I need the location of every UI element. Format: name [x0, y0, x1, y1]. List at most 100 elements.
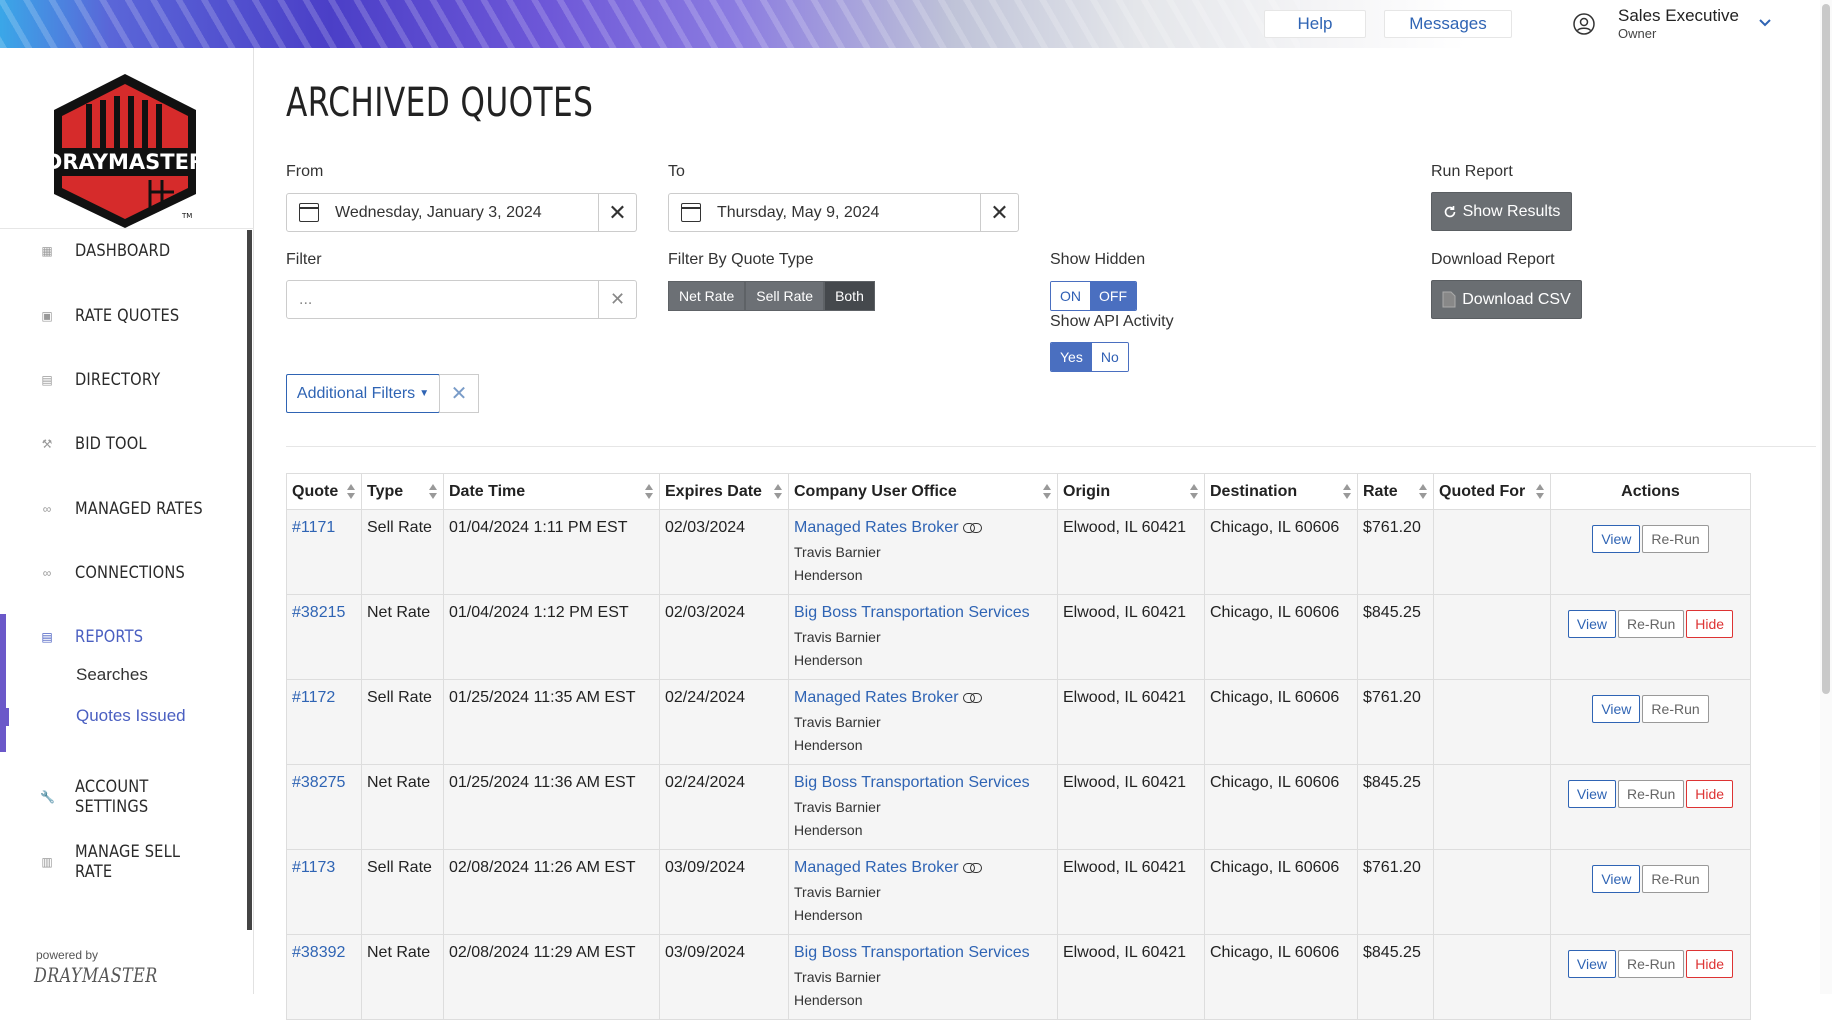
col-date-time[interactable]: Date Time: [443, 473, 660, 510]
download-csv-button[interactable]: Download CSV: [1431, 280, 1582, 319]
additional-filters-dropdown[interactable]: Additional Filters ▼: [286, 374, 440, 413]
show-results-button[interactable]: Show Results: [1431, 192, 1572, 231]
api-activity-no[interactable]: No: [1091, 343, 1128, 371]
show-hidden-off[interactable]: OFF: [1090, 282, 1136, 310]
quote-type-both[interactable]: Both: [824, 281, 875, 311]
caret-down-icon: ▼: [419, 388, 430, 399]
rerun-button[interactable]: Re-Run: [1618, 610, 1685, 638]
draymaster-logo[interactable]: DRAYMASTER TM: [45, 70, 205, 230]
nav-dashboard[interactable]: ▦ DASHBOARD: [0, 231, 246, 271]
clear-to-date-button[interactable]: ✕: [980, 194, 1018, 231]
company-link[interactable]: Big Boss Transportation Services: [794, 604, 1030, 621]
scrollbar-thumb[interactable]: [1822, 4, 1830, 694]
company-link[interactable]: Big Boss Transportation Services: [794, 944, 1030, 961]
user-name-cell: Travis Barnier: [794, 629, 881, 645]
company-link[interactable]: Big Boss Transportation Services: [794, 774, 1030, 791]
show-hidden-on[interactable]: ON: [1051, 282, 1090, 310]
office-cell: Henderson: [794, 992, 863, 1008]
help-button[interactable]: Help: [1264, 10, 1366, 38]
col-rate[interactable]: Rate: [1357, 473, 1434, 510]
filter-input[interactable]: ... ✕: [286, 280, 637, 319]
rerun-button[interactable]: Re-Run: [1642, 525, 1709, 553]
rerun-button[interactable]: Re-Run: [1642, 865, 1709, 893]
col-quoted-for[interactable]: Quoted For: [1433, 473, 1551, 510]
view-button[interactable]: View: [1567, 780, 1617, 808]
quote-link[interactable]: #1172: [292, 689, 335, 706]
user-name-cell: Travis Barnier: [794, 969, 881, 985]
nav-connections[interactable]: ∞ CONNECTIONS: [0, 553, 246, 593]
sub-nav-quotes-issued[interactable]: Quotes Issued: [76, 706, 186, 726]
nav-managed-rates[interactable]: ∞ MANAGED RATES: [0, 489, 246, 529]
table-row: #1172 Sell Rate 01/25/2024 11:35 AM EST 02/…: [286, 679, 1751, 765]
view-button[interactable]: View: [1592, 695, 1641, 723]
show-hidden-toggle[interactable]: ON OFF: [1050, 281, 1137, 311]
chevron-down-icon: [1759, 19, 1771, 27]
view-button[interactable]: View: [1592, 865, 1641, 893]
nav-directory[interactable]: ▤ DIRECTORY: [0, 360, 246, 400]
quote-type-selector[interactable]: Net Rate Sell Rate Both: [668, 281, 875, 311]
nav-rate-quotes[interactable]: ▣ RATE QUOTES: [0, 296, 246, 336]
quote-link[interactable]: #1173: [292, 859, 335, 876]
page-title: ARCHIVED QUOTES: [286, 80, 594, 126]
sub-nav-searches[interactable]: Searches: [76, 665, 148, 685]
clear-from-date-button[interactable]: ✕: [598, 194, 636, 231]
user-name-cell: Travis Barnier: [794, 799, 881, 815]
svg-text:TM: TM: [181, 212, 192, 220]
office-cell: Henderson: [794, 907, 863, 923]
from-label: From: [286, 163, 324, 180]
quote-type-sell-rate[interactable]: Sell Rate: [745, 281, 825, 311]
hide-button[interactable]: Hide: [1686, 610, 1734, 638]
sort-icon: [347, 484, 355, 500]
link-icon: ∞: [42, 566, 52, 580]
api-activity-toggle[interactable]: Yes No: [1050, 342, 1129, 372]
table-row: #1173 Sell Rate 02/08/2024 11:26 AM EST 03/…: [286, 849, 1751, 935]
quote-link[interactable]: #38392: [292, 944, 345, 961]
col-origin[interactable]: Origin: [1057, 473, 1205, 510]
api-activity-label: Show API Activity: [1050, 313, 1174, 330]
user-role: Owner: [1618, 26, 1657, 41]
page-scrollbar[interactable]: [1820, 0, 1832, 994]
api-activity-yes[interactable]: Yes: [1051, 343, 1092, 371]
user-menu[interactable]: Sales Executive Owner: [1572, 6, 1792, 42]
sidebar-scrollbar[interactable]: [247, 230, 252, 930]
office-cell: Henderson: [794, 737, 863, 753]
main-content: ARCHIVED QUOTES From Wednesday, January …: [254, 48, 1832, 1020]
col-expires-date[interactable]: Expires Date: [659, 473, 789, 510]
quote-link[interactable]: #38275: [292, 774, 345, 791]
gavel-icon: ⚒: [41, 437, 53, 451]
top-banner: Help Messages Sales Executive Owner: [0, 0, 1832, 48]
rerun-button[interactable]: Re-Run: [1618, 950, 1685, 978]
nav-manage-sell-rate[interactable]: ▥ MANAGE SELL RATE: [0, 842, 246, 882]
quote-type-net-rate[interactable]: Net Rate: [668, 281, 746, 311]
nav-bid-tool[interactable]: ⚒ BID TOOL: [0, 424, 246, 464]
quote-link[interactable]: #1171: [292, 519, 335, 536]
rerun-button[interactable]: Re-Run: [1642, 695, 1709, 723]
nav-account-settings[interactable]: 🔧 ACCOUNT SETTINGS: [0, 777, 246, 817]
company-link[interactable]: Managed Rates Broker: [794, 689, 959, 706]
nav-reports[interactable]: ▤ REPORTS: [0, 617, 246, 657]
rerun-button[interactable]: Re-Run: [1618, 780, 1685, 808]
from-date-input[interactable]: Wednesday, January 3, 2024 ✕: [286, 193, 637, 232]
view-button[interactable]: View: [1567, 950, 1617, 978]
messages-button[interactable]: Messages: [1384, 10, 1512, 38]
user-name-cell: Travis Barnier: [794, 714, 881, 730]
table-row: #38275 Net Rate 01/25/2024 11:36 AM EST 02/…: [286, 764, 1751, 850]
view-button[interactable]: View: [1567, 610, 1617, 638]
dashboard-icon: ▦: [41, 244, 53, 258]
hide-button[interactable]: Hide: [1686, 950, 1734, 978]
company-link[interactable]: Managed Rates Broker: [794, 859, 959, 876]
sort-icon: [1536, 484, 1544, 500]
col-destination[interactable]: Destination: [1204, 473, 1358, 510]
to-date-input[interactable]: Thursday, May 9, 2024 ✕: [668, 193, 1019, 232]
filter-label: Filter: [286, 251, 322, 268]
quote-link[interactable]: #38215: [292, 604, 345, 621]
col-company-user-office[interactable]: Company User Office: [788, 473, 1058, 510]
view-button[interactable]: View: [1592, 525, 1641, 553]
company-link[interactable]: Managed Rates Broker: [794, 519, 959, 536]
col-quote[interactable]: Quote: [286, 473, 362, 510]
clear-additional-filters-button[interactable]: ✕: [439, 374, 479, 413]
col-type[interactable]: Type: [361, 473, 444, 510]
hide-button[interactable]: Hide: [1686, 780, 1734, 808]
clear-filter-button[interactable]: ✕: [598, 281, 636, 318]
col-actions: Actions: [1550, 473, 1751, 510]
